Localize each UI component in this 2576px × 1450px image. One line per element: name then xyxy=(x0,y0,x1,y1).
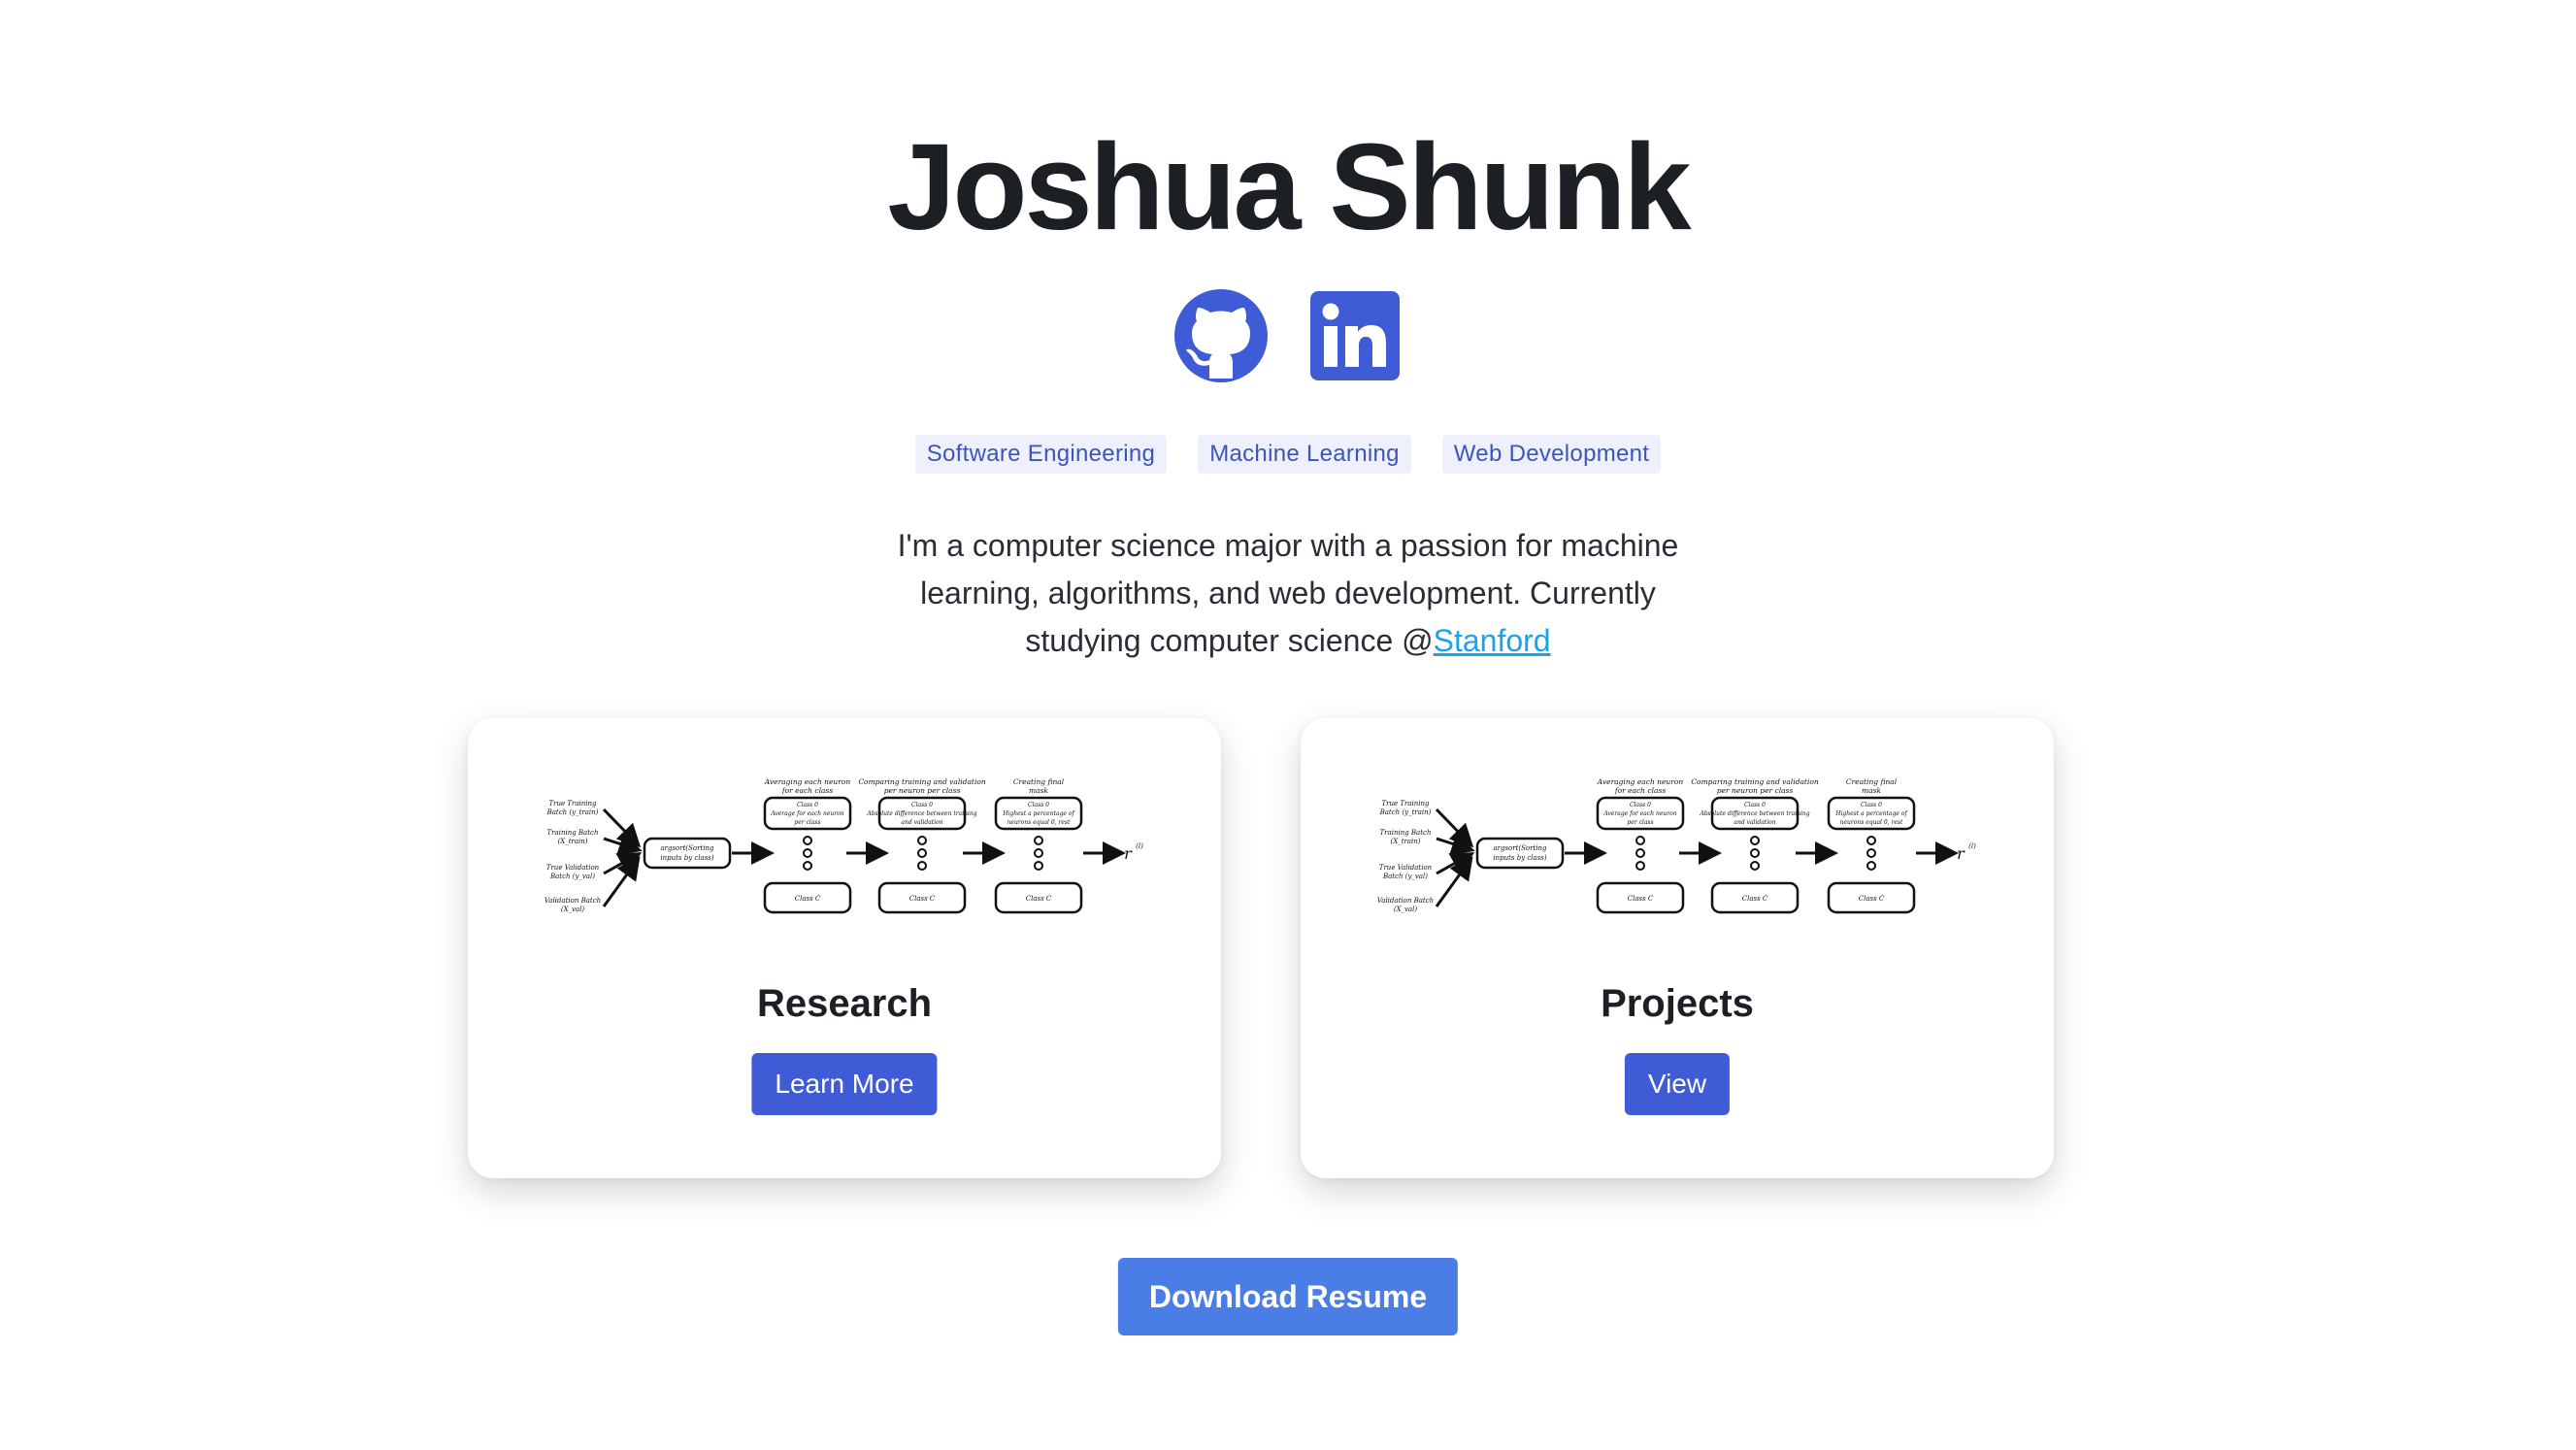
tag-software-engineering: Software Engineering xyxy=(914,435,1168,474)
research-diagram-image: True TrainingBatch (y_train) Training Bat… xyxy=(545,777,1143,914)
svg-text:Average for each neuron: Average for each neuron xyxy=(770,810,843,817)
svg-text:Averaging each neuron: Averaging each neuron xyxy=(1597,777,1684,786)
svg-text:mask: mask xyxy=(1029,786,1048,795)
stanford-link[interactable]: Stanford xyxy=(1434,623,1551,658)
svg-text:and validation: and validation xyxy=(901,819,942,826)
svg-text:r: r xyxy=(1124,844,1133,863)
svg-text:True Validation: True Validation xyxy=(1379,864,1433,872)
view-button[interactable]: View xyxy=(1624,1053,1731,1115)
svg-text:Highest a percentage of: Highest a percentage of xyxy=(1002,810,1075,817)
svg-text:Batch (y_train): Batch (y_train) xyxy=(546,808,599,816)
svg-text:(l): (l) xyxy=(1136,842,1143,850)
svg-text:argsort(Sorting: argsort(Sorting xyxy=(660,844,714,852)
svg-text:Absolute difference between tr: Absolute difference between training xyxy=(866,810,976,817)
svg-text:inputs by class): inputs by class) xyxy=(1493,854,1547,862)
svg-text:Training Batch: Training Batch xyxy=(1380,829,1432,837)
svg-text:(X_train): (X_train) xyxy=(1390,838,1420,845)
projects-diagram-image: True TrainingBatch (y_train) Training Bat… xyxy=(1377,777,1976,914)
projects-title: Projects xyxy=(1601,982,1754,1025)
svg-text:Highest a percentage of: Highest a percentage of xyxy=(1834,810,1908,817)
svg-text:(X_val): (X_val) xyxy=(561,906,585,913)
svg-text:Class C: Class C xyxy=(1859,895,1885,903)
svg-text:neurons equal 0, rest: neurons equal 0, rest xyxy=(1007,819,1071,826)
research-card: True Training Batch (y_train) Training Bat… xyxy=(468,718,1221,1178)
svg-text:per class: per class xyxy=(794,819,820,826)
svg-text:Class C: Class C xyxy=(1742,895,1768,903)
svg-text:Training Batch: Training Batch xyxy=(547,829,599,837)
page-title: Joshua Shunk xyxy=(887,118,1691,255)
bio: I'm a computer science major with a pass… xyxy=(861,522,1715,665)
svg-text:Class C: Class C xyxy=(1628,895,1654,903)
svg-text:Class 0: Class 0 xyxy=(1861,802,1882,808)
tag-machine-learning: Machine Learning xyxy=(1198,435,1411,474)
research-title: Research xyxy=(756,982,933,1025)
svg-text:(X_val): (X_val) xyxy=(1394,906,1418,913)
svg-text:for each class: for each class xyxy=(1614,786,1667,795)
svg-text:Creating final: Creating final xyxy=(1013,777,1065,786)
svg-text:Absolute difference between tr: Absolute difference between training xyxy=(1699,810,1809,817)
svg-text:Comparing training and validat: Comparing training and validation xyxy=(858,777,986,786)
svg-text:True Training: True Training xyxy=(1381,800,1430,807)
svg-text:Class C: Class C xyxy=(909,895,936,903)
svg-text:Validation Batch: Validation Batch xyxy=(545,897,601,905)
svg-text:per neuron per class: per neuron per class xyxy=(884,786,961,795)
svg-text:Validation Batch: Validation Batch xyxy=(1377,897,1434,905)
svg-text:Average for each neuron: Average for each neuron xyxy=(1602,810,1676,817)
github-icon xyxy=(1174,289,1268,382)
svg-text:Averaging each neuron: Averaging each neuron xyxy=(764,777,851,786)
svg-text:for each class: for each class xyxy=(781,786,834,795)
svg-text:Class 0: Class 0 xyxy=(1744,802,1766,808)
svg-text:Comparing training and validat: Comparing training and validation xyxy=(1691,777,1819,786)
github-link[interactable] xyxy=(1172,287,1270,384)
svg-text:neurons equal 0, rest: neurons equal 0, rest xyxy=(1840,819,1903,826)
svg-text:Class C: Class C xyxy=(795,895,821,903)
svg-text:Class 0: Class 0 xyxy=(1630,802,1651,808)
svg-text:inputs by class): inputs by class) xyxy=(660,854,714,862)
svg-text:r: r xyxy=(1957,844,1965,863)
download-resume-button[interactable]: Download Resume xyxy=(1117,1258,1459,1335)
svg-text:Batch (y_val): Batch (y_val) xyxy=(549,873,595,880)
svg-text:Creating final: Creating final xyxy=(1846,777,1898,786)
svg-text:and validation: and validation xyxy=(1734,819,1775,826)
bio-text: I'm a computer science major with a pass… xyxy=(897,528,1679,658)
svg-text:mask: mask xyxy=(1862,786,1881,795)
page: Joshua Shunk Software Engineering Machin… xyxy=(0,0,2576,1450)
linkedin-icon xyxy=(1310,291,1400,380)
svg-text:True Validation: True Validation xyxy=(546,864,600,872)
learn-more-button[interactable]: Learn More xyxy=(751,1053,938,1115)
svg-text:Batch (y_train): Batch (y_train) xyxy=(1379,808,1432,816)
svg-text:argsort(Sorting: argsort(Sorting xyxy=(1493,844,1547,852)
tag-list: Software Engineering Machine Learning We… xyxy=(0,435,2576,474)
svg-text:Class 0: Class 0 xyxy=(797,802,818,808)
svg-text:Class 0: Class 0 xyxy=(1028,802,1049,808)
svg-text:(X_train): (X_train) xyxy=(557,838,587,845)
projects-card: True Training Batch (y_train) Training Bat… xyxy=(1301,718,2054,1178)
svg-text:Class 0: Class 0 xyxy=(911,802,933,808)
svg-text:per class: per class xyxy=(1627,819,1653,826)
tag-web-development: Web Development xyxy=(1441,435,1662,474)
linkedin-link[interactable] xyxy=(1306,287,1404,384)
svg-text:(l): (l) xyxy=(1968,842,1976,850)
svg-text:per neuron per class: per neuron per class xyxy=(1717,786,1794,795)
svg-text:True Training: True Training xyxy=(548,800,597,807)
svg-text:Batch (y_val): Batch (y_val) xyxy=(1382,873,1428,880)
social-links xyxy=(0,287,2576,384)
svg-text:Class C: Class C xyxy=(1026,895,1052,903)
